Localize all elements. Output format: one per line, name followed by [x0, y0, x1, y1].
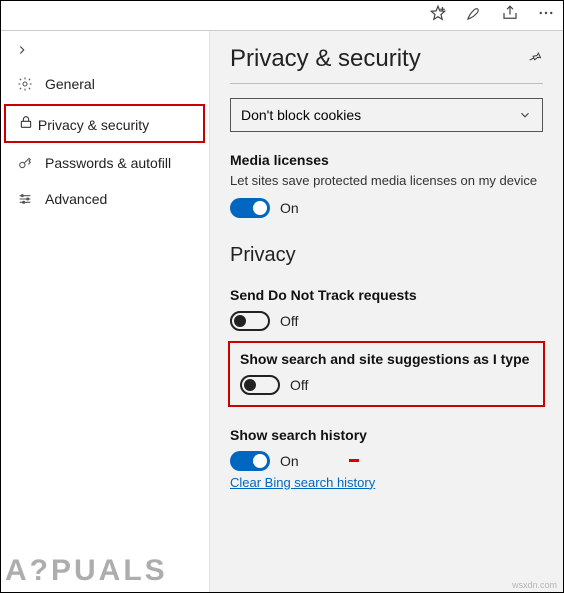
red-dash-marker — [349, 459, 359, 462]
sidebar-item-passwords-autofill[interactable]: Passwords & autofill — [1, 145, 209, 181]
suggestions-heading: Show search and site suggestions as I ty… — [240, 351, 533, 367]
privacy-heading: Privacy — [230, 244, 543, 267]
search-history-heading: Show search history — [230, 427, 543, 443]
sidebar-item-privacy-security[interactable]: Privacy & security — [4, 104, 205, 143]
sidebar-item-advanced[interactable]: Advanced — [1, 181, 209, 217]
toggle-state-label: Off — [290, 377, 308, 393]
favorites-icon[interactable] — [429, 4, 447, 27]
collapse-chevron[interactable] — [1, 37, 209, 66]
sidebar-item-label: General — [45, 76, 95, 92]
page-title: Privacy & security — [230, 45, 421, 73]
search-history-toggle[interactable] — [230, 451, 270, 471]
toggle-state-label: On — [280, 200, 299, 216]
pen-icon[interactable] — [465, 4, 483, 27]
dropdown-value: Don't block cookies — [241, 107, 361, 123]
browser-toolbar — [1, 1, 563, 31]
lock-icon — [18, 114, 34, 130]
toggle-state-label: Off — [280, 313, 298, 329]
clear-bing-history-link[interactable]: Clear Bing search history — [230, 475, 375, 490]
sidebar-item-label: Passwords & autofill — [45, 155, 171, 171]
more-icon[interactable] — [537, 4, 555, 27]
chevron-down-icon — [518, 108, 532, 122]
pin-icon[interactable] — [527, 49, 543, 70]
cookies-dropdown[interactable]: Don't block cookies — [230, 98, 543, 132]
media-licenses-desc: Let sites save protected media licenses … — [230, 172, 543, 190]
share-icon[interactable] — [501, 4, 519, 27]
dnt-heading: Send Do Not Track requests — [230, 287, 543, 303]
toggle-state-label: On — [280, 453, 299, 469]
sidebar-item-label: Privacy & security — [38, 117, 149, 133]
highlight-suggestions: Show search and site suggestions as I ty… — [228, 341, 545, 407]
media-licenses-heading: Media licenses — [230, 152, 543, 168]
dnt-toggle[interactable] — [230, 311, 270, 331]
divider — [230, 83, 543, 84]
settings-sidebar: General Privacy & security Passwords & a… — [1, 31, 210, 592]
advanced-icon — [17, 191, 33, 207]
media-licenses-toggle[interactable] — [230, 198, 270, 218]
settings-panel: Privacy & security Don't block cookies M… — [210, 31, 563, 592]
sidebar-item-label: Advanced — [45, 191, 107, 207]
suggestions-toggle[interactable] — [240, 375, 280, 395]
sidebar-item-general[interactable]: General — [1, 66, 209, 102]
gear-icon — [17, 76, 33, 92]
key-icon — [17, 155, 33, 171]
